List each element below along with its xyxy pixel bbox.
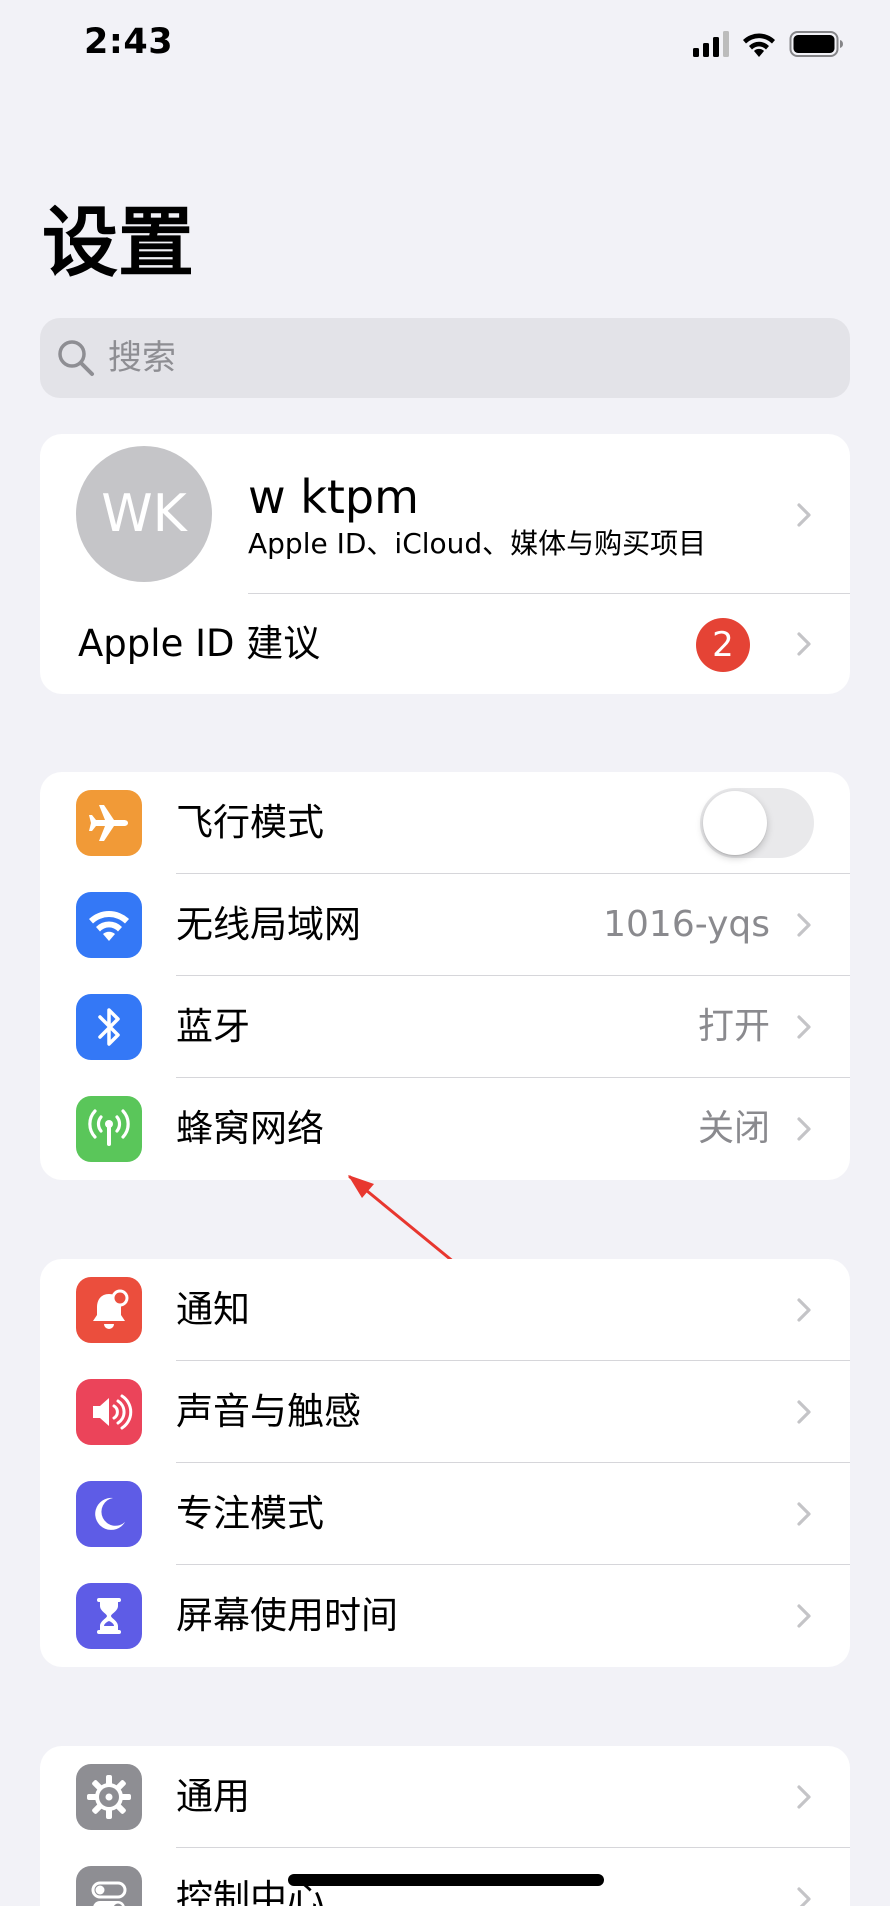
- hourglass-icon: [97, 1598, 121, 1634]
- settings-row-airplane-mode[interactable]: 飞行模式: [40, 772, 850, 874]
- wifi-network-name: 1016-yqs: [603, 904, 770, 945]
- cellular-icon-tile: [76, 1096, 142, 1162]
- profile-subtitle: Apple ID、iCloud、媒体与购买项目: [248, 527, 707, 560]
- settings-row-screen-time[interactable]: 屏幕使用时间: [40, 1565, 850, 1667]
- notifications-group: 通知 声音与触感 专注模式 屏幕使用时间: [40, 1259, 850, 1667]
- chevron-right-icon: [797, 1785, 811, 1809]
- apple-id-profile-row[interactable]: WK w ktpm Apple ID、iCloud、媒体与购买项目: [40, 434, 850, 594]
- profile-name: w ktpm: [248, 470, 419, 524]
- wifi-icon: [743, 33, 775, 57]
- notification-bell-icon: [93, 1289, 129, 1329]
- avatar: WK: [76, 446, 212, 582]
- apple-id-suggestions-row[interactable]: Apple ID 建议 2: [40, 594, 850, 694]
- account-group: WK w ktpm Apple ID、iCloud、媒体与购买项目 Apple …: [40, 434, 850, 694]
- control-center-icon-tile: [76, 1866, 142, 1906]
- toggle-knob: [703, 791, 767, 855]
- suggestion-label: Apple ID 建议: [78, 622, 321, 665]
- control-center-toggles-icon: [91, 1881, 127, 1906]
- focus-icon-tile: [76, 1481, 142, 1547]
- row-label: 通知: [176, 1288, 250, 1331]
- battery-icon: [789, 31, 843, 57]
- gear-icon: [87, 1775, 131, 1819]
- settings-row-general[interactable]: 通用: [40, 1746, 850, 1848]
- row-label: 通用: [176, 1775, 250, 1818]
- wifi-icon-tile: [76, 892, 142, 958]
- row-label: 屏幕使用时间: [176, 1594, 398, 1637]
- chevron-right-icon: [797, 1015, 811, 1039]
- page-title: 设置: [42, 198, 194, 287]
- status-time: 2:43: [84, 22, 174, 62]
- sounds-icon-tile: [76, 1379, 142, 1445]
- settings-row-focus[interactable]: 专注模式: [40, 1463, 850, 1565]
- avatar-initials: WK: [101, 484, 187, 544]
- settings-row-wifi[interactable]: 无线局域网 1016-yqs: [40, 874, 850, 976]
- row-label: 专注模式: [176, 1492, 324, 1535]
- airplane-mode-toggle[interactable]: [700, 788, 814, 858]
- wifi-icon: [89, 911, 129, 941]
- chevron-right-icon: [797, 1604, 811, 1628]
- search-input[interactable]: [108, 338, 808, 378]
- notification-badge: 2: [696, 618, 750, 672]
- chevron-right-icon: [797, 1502, 811, 1526]
- airplane-mode-icon-tile: [76, 790, 142, 856]
- bluetooth-icon-tile: [76, 994, 142, 1060]
- row-label: 蜂窝网络: [176, 1107, 324, 1150]
- notifications-icon-tile: [76, 1277, 142, 1343]
- cellular-status: 关闭: [697, 1108, 770, 1149]
- screen-time-icon-tile: [76, 1583, 142, 1649]
- row-label: 蓝牙: [176, 1005, 250, 1048]
- moon-icon: [95, 1497, 125, 1530]
- settings-row-cellular[interactable]: 蜂窝网络 关闭: [40, 1078, 850, 1180]
- badge-count: 2: [712, 625, 734, 665]
- chevron-right-icon: [797, 503, 811, 527]
- search-bar[interactable]: [40, 318, 850, 398]
- settings-row-bluetooth[interactable]: 蓝牙 打开: [40, 976, 850, 1078]
- chevron-right-icon: [797, 913, 811, 937]
- status-bar: 2:43: [0, 0, 890, 100]
- connectivity-group: 飞行模式 无线局域网 1016-yqs 蓝牙 打开 蜂窝网络 关闭: [40, 772, 850, 1180]
- settings-row-sounds-haptics[interactable]: 声音与触感: [40, 1361, 850, 1463]
- row-label: 声音与触感: [176, 1390, 361, 1433]
- chevron-right-icon: [797, 1400, 811, 1424]
- row-label: 飞行模式: [176, 801, 324, 844]
- cellular-signal-icon: [693, 31, 729, 57]
- chevron-right-icon: [797, 632, 811, 656]
- chevron-right-icon: [797, 1887, 811, 1906]
- chevron-right-icon: [797, 1117, 811, 1141]
- bluetooth-icon: [98, 1008, 120, 1046]
- row-label: 无线局域网: [176, 903, 361, 946]
- chevron-right-icon: [797, 1298, 811, 1322]
- home-indicator[interactable]: [288, 1874, 604, 1886]
- speaker-icon: [93, 1394, 133, 1430]
- search-icon: [58, 340, 94, 376]
- cellular-antenna-icon: [88, 1109, 130, 1146]
- settings-row-notifications[interactable]: 通知: [40, 1259, 850, 1361]
- general-icon-tile: [76, 1764, 142, 1830]
- bluetooth-status: 打开: [697, 1006, 770, 1047]
- status-icons: [693, 30, 845, 58]
- airplane-icon: [89, 805, 128, 841]
